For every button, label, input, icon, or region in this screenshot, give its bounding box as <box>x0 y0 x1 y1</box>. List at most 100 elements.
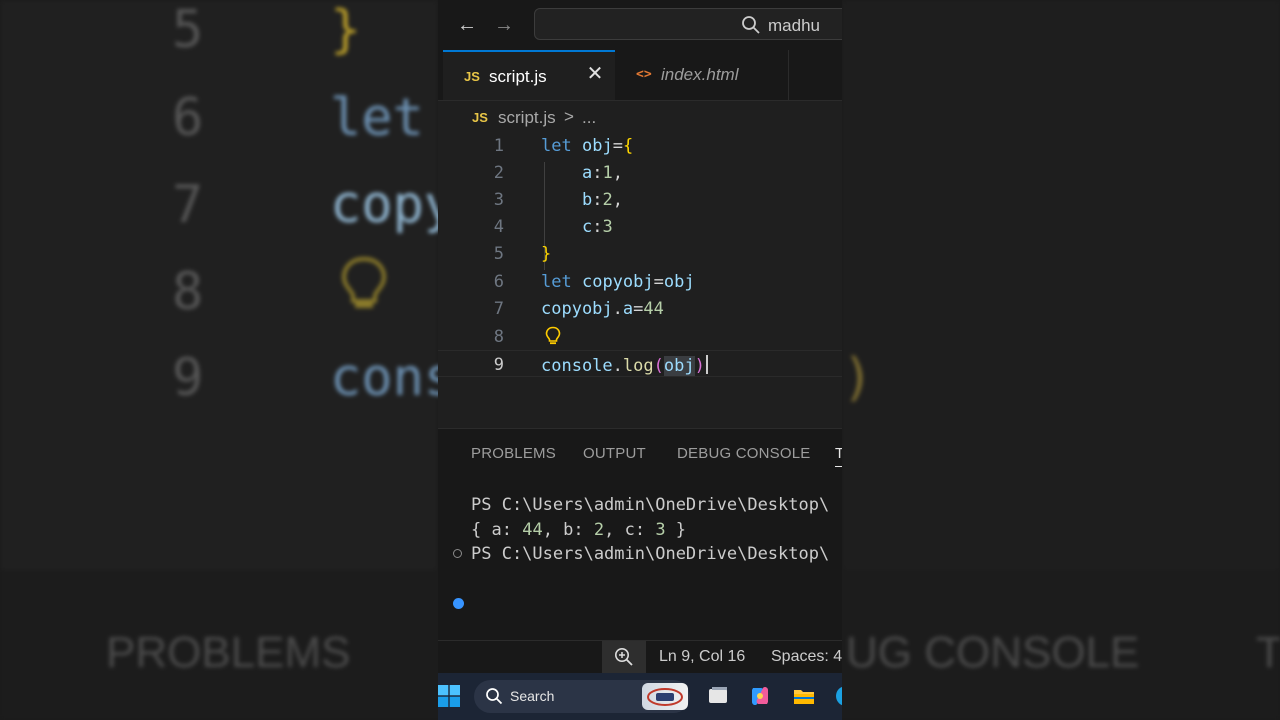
token-number: 44 <box>643 299 664 319</box>
output-text: a: <box>491 520 523 540</box>
terminal-line: PS C:\Users\admin\OneDrive\Desktop\ <box>471 544 830 564</box>
token-property: a <box>622 299 634 319</box>
token-variable: obj <box>581 136 613 156</box>
tab-problems[interactable]: PROBLEMS <box>471 445 556 462</box>
javascript-file-icon: JS <box>464 69 480 84</box>
taskbar-search[interactable]: Search <box>474 680 690 713</box>
search-icon <box>486 688 503 705</box>
file-explorer-icon[interactable] <box>792 684 816 708</box>
windows-taskbar: Search <box>438 673 842 720</box>
output-number: 44 <box>522 520 543 540</box>
token-variable: obj <box>663 272 695 292</box>
line-number: 8 <box>493 327 504 347</box>
bg-code-fragment: copy <box>330 175 456 235</box>
html-file-icon: <> <box>636 67 652 82</box>
token-operator: = <box>653 272 664 292</box>
command-center-search[interactable]: madhu <box>534 8 842 40</box>
bg-panel-label: T <box>1256 628 1280 677</box>
tab-output[interactable]: OUTPUT <box>583 445 646 462</box>
code-text: c:3 <box>541 217 613 237</box>
token-variable: copyobj <box>581 272 654 292</box>
back-arrow-icon[interactable]: ← <box>454 12 480 38</box>
code-line: 2 a:1, <box>438 159 842 186</box>
tab-debug-console[interactable]: DEBUG CONSOLE <box>677 445 810 462</box>
code-line: 4 c:3 <box>438 213 842 240</box>
chevron-right-icon: > <box>564 107 574 126</box>
bottom-panel: PROBLEMS OUTPUT DEBUG CONSOLE T PS C:\Us… <box>438 428 842 641</box>
lightbulb-icon[interactable] <box>544 326 562 346</box>
code-text: let obj={ <box>541 136 633 156</box>
token-keyword: let <box>541 136 572 156</box>
token-operator: : <box>592 217 603 237</box>
bg-code-fragment: let <box>330 88 424 148</box>
bg-line-number: 6 <box>172 88 204 148</box>
text-cursor <box>705 355 708 374</box>
bg-line-number: 9 <box>172 348 204 408</box>
output-text: { <box>471 520 492 540</box>
code-text: console.log(obj) <box>541 355 708 376</box>
forward-arrow-icon[interactable]: → <box>491 12 517 38</box>
output-number: 3 <box>655 520 666 540</box>
zoom-in-icon <box>615 648 633 666</box>
token-function: log <box>622 356 654 376</box>
edge-icon[interactable] <box>834 684 842 708</box>
breadcrumb-file[interactable]: script.js <box>498 108 556 128</box>
status-bar: Ln 9, Col 16 Spaces: 4 <box>438 640 842 674</box>
copilot-icon[interactable] <box>748 684 772 708</box>
tab-script-js[interactable]: JS script.js ✕ <box>443 50 615 100</box>
breadcrumb-more[interactable]: ... <box>582 108 596 128</box>
command-status-icon <box>453 549 462 558</box>
search-highlight-image <box>642 683 688 710</box>
bg-lightbulb-icon <box>341 256 387 308</box>
code-text: b:2, <box>541 190 623 210</box>
output-text: } <box>665 520 687 540</box>
code-text: copyobj.a=44 <box>541 299 664 319</box>
bg-code-fragment: } <box>330 0 362 60</box>
bg-code-fragment: cons <box>330 348 456 408</box>
bg-line-number: 5 <box>172 0 204 60</box>
token-property: b <box>581 190 593 210</box>
token-variable-highlighted: obj <box>663 356 695 376</box>
indentation-setting[interactable]: Spaces: 4 <box>771 648 842 666</box>
output-text: , c: <box>604 520 656 540</box>
code-line: 1 let obj={ <box>438 132 842 159</box>
token-variable: console <box>541 356 613 376</box>
bg-line-number: 8 <box>172 262 204 322</box>
token-property: a <box>581 163 593 183</box>
code-text: a:1, <box>541 163 623 183</box>
token-brace: } <box>541 244 552 264</box>
command-decoration-icon[interactable] <box>453 598 464 609</box>
token-brace: { <box>622 136 634 156</box>
token-property: c <box>581 217 593 237</box>
terminal-output: { a: 44, b: 2, c: 3 } <box>471 520 686 540</box>
token-operator: : <box>592 190 603 210</box>
token-number: 2 <box>602 190 613 210</box>
close-icon[interactable]: ✕ <box>584 63 606 85</box>
line-number: 3 <box>493 190 504 210</box>
token-paren: ( <box>653 356 664 376</box>
code-line: 8 <box>438 323 842 350</box>
token-operator: = <box>633 299 644 319</box>
code-line: 5 } <box>438 240 842 267</box>
tab-index-html[interactable]: <> index.html <box>615 50 789 100</box>
output-text: , b: <box>542 520 594 540</box>
output-number: 2 <box>593 520 605 540</box>
taskbar-search-label: Search <box>510 688 555 704</box>
title-bar: ← → madhu <box>438 0 842 50</box>
token-operator: = <box>612 136 623 156</box>
bg-panel-label: UG CONSOLE <box>846 628 1140 677</box>
editor-tabs: JS script.js ✕ <> index.html <box>438 50 842 101</box>
tab-terminal[interactable]: T <box>835 445 842 467</box>
token-punctuation: , <box>612 190 623 210</box>
cursor-position[interactable]: Ln 9, Col 16 <box>659 648 745 666</box>
task-view-icon[interactable] <box>706 684 730 708</box>
line-number: 4 <box>493 217 504 237</box>
vscode-window: ← → madhu JS script.js ✕ <> index.html J… <box>438 0 842 720</box>
tab-label: index.html <box>661 65 739 84</box>
zoom-button[interactable] <box>602 641 646 673</box>
line-number: 2 <box>493 163 504 183</box>
line-number: 9 <box>493 355 504 375</box>
windows-start-icon[interactable] <box>438 685 460 707</box>
token-number: 1 <box>602 163 613 183</box>
code-editor[interactable]: 1 let obj={ 2 a:1, 3 b:2, 4 c:3 5 } 6 le… <box>438 132 842 422</box>
